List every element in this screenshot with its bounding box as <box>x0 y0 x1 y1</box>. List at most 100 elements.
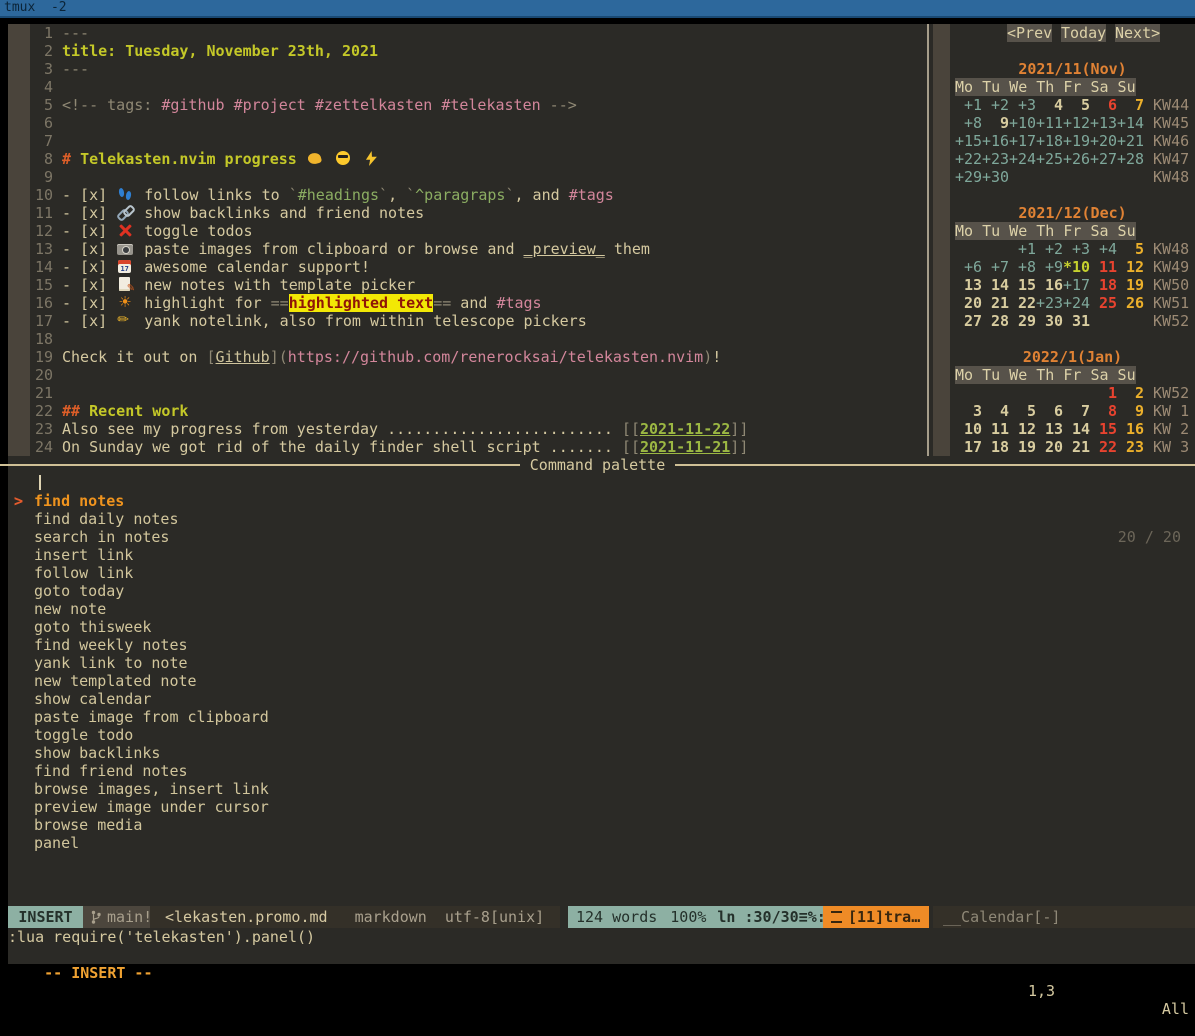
calendar-day[interactable]: 17 <box>955 438 982 456</box>
calendar-day[interactable]: +22 <box>955 150 982 168</box>
calendar-day[interactable]: 7 <box>1117 96 1144 114</box>
calendar-day[interactable]: +30 <box>982 168 1009 186</box>
palette-item[interactable]: toggle todo <box>8 726 1195 744</box>
palette-item[interactable]: find friend notes <box>8 762 1195 780</box>
palette-item[interactable]: insert link <box>8 546 1195 564</box>
palette-item[interactable]: find daily notes <box>8 510 1195 528</box>
palette-item[interactable]: new templated note <box>8 672 1195 690</box>
calendar-day[interactable]: 13 <box>955 276 982 294</box>
calendar-day[interactable]: 9 <box>1117 402 1144 420</box>
command-line[interactable]: :lua require('telekasten').panel() <box>8 928 1195 946</box>
calendar-day[interactable]: +8 <box>1009 258 1036 276</box>
calendar-day[interactable]: +8 <box>955 114 982 132</box>
calendar-day[interactable]: +9 <box>1036 258 1063 276</box>
calendar-day[interactable]: +19 <box>1063 132 1090 150</box>
calendar-day[interactable]: +1 <box>955 96 982 114</box>
calendar-day[interactable]: 27 <box>955 312 982 330</box>
calendar-day[interactable]: 30 <box>1036 312 1063 330</box>
calendar-day[interactable]: +6 <box>955 258 982 276</box>
calendar-day[interactable]: +21 <box>1117 132 1144 150</box>
buffer-line[interactable]: 10- [x] follow links to `#headings`, `^p… <box>30 186 927 204</box>
calendar-day[interactable]: +14 <box>1117 114 1144 132</box>
palette-prompt[interactable]: > 20 / 20 <box>8 474 1195 492</box>
buffer-line[interactable]: 18 <box>30 330 927 348</box>
calendar-day[interactable]: 6 <box>1090 96 1117 114</box>
calendar-day[interactable]: +2 <box>982 96 1009 114</box>
calendar-day[interactable]: 31 <box>1063 312 1090 330</box>
palette-item[interactable]: paste image from clipboard <box>8 708 1195 726</box>
calendar-day[interactable]: 12 <box>1117 258 1144 276</box>
calendar-day[interactable]: 19 <box>1117 276 1144 294</box>
calendar-day[interactable]: 18 <box>1090 276 1117 294</box>
calendar-day[interactable]: +23 <box>982 150 1009 168</box>
buffer-line[interactable]: 22## Recent work <box>30 402 927 420</box>
buffer-line[interactable]: 9 <box>30 168 927 186</box>
palette-item[interactable]: panel <box>8 834 1195 852</box>
calendar-day[interactable]: +16 <box>982 132 1009 150</box>
calendar-day[interactable]: +29 <box>955 168 982 186</box>
buffer-line[interactable]: 3--- <box>30 60 927 78</box>
calendar-day[interactable]: 25 <box>1090 294 1117 312</box>
calendar-day[interactable]: 4 <box>1036 96 1063 114</box>
palette-item[interactable]: find weekly notes <box>8 636 1195 654</box>
buffer-line[interactable]: 23Also see my progress from yesterday ..… <box>30 420 927 438</box>
next-button[interactable]: Next> <box>1115 24 1160 42</box>
calendar-day[interactable]: 14 <box>982 276 1009 294</box>
buffer-line[interactable]: 16- [x] highlight for ==highlighted text… <box>30 294 927 312</box>
calendar-day[interactable]: 22 <box>1090 438 1117 456</box>
calendar-day[interactable]: 9 <box>982 114 1009 132</box>
calendar-day[interactable]: 29 <box>1009 312 1036 330</box>
buffer-line[interactable]: 1--- <box>30 24 927 42</box>
palette-item[interactable]: goto thisweek <box>8 618 1195 636</box>
calendar-day[interactable]: +25 <box>1036 150 1063 168</box>
palette-item[interactable]: show backlinks <box>8 744 1195 762</box>
palette-item[interactable]: follow link <box>8 564 1195 582</box>
calendar-day[interactable]: +27 <box>1090 150 1117 168</box>
palette-item[interactable]: >find notes <box>8 492 1195 510</box>
calendar-day[interactable]: 20 <box>955 294 982 312</box>
palette-item[interactable]: goto today <box>8 582 1195 600</box>
buffer-line[interactable]: 17- [x] yank notelink, also from within … <box>30 312 927 330</box>
calendar-day[interactable]: 28 <box>982 312 1009 330</box>
calendar-day[interactable]: 3 <box>955 402 982 420</box>
calendar-day[interactable]: 8 <box>1090 402 1117 420</box>
calendar-day[interactable]: 19 <box>1009 438 1036 456</box>
prev-button[interactable]: <Prev <box>1007 24 1052 42</box>
today-button[interactable]: Today <box>1061 24 1106 42</box>
buffer-line[interactable]: 8# Telekasten.nvim progress <box>30 150 927 168</box>
buffer-line[interactable]: 13- [x] paste images from clipboard or b… <box>30 240 927 258</box>
calendar-day[interactable]: 26 <box>1117 294 1144 312</box>
calendar-day[interactable]: 11 <box>1090 258 1117 276</box>
buffer-text-area[interactable]: 1---2title: Tuesday, November 23th, 2021… <box>30 24 927 456</box>
calendar-day[interactable]: 15 <box>1090 420 1117 438</box>
palette-item[interactable]: preview image under cursor <box>8 798 1195 816</box>
buffer-line[interactable]: 4 <box>30 78 927 96</box>
calendar-day[interactable]: 6 <box>1036 402 1063 420</box>
calendar-day[interactable]: 16 <box>1117 420 1144 438</box>
calendar-day[interactable]: +24 <box>1009 150 1036 168</box>
calendar-day[interactable]: +13 <box>1090 114 1117 132</box>
buffer-line[interactable]: 21 <box>30 384 927 402</box>
calendar-day[interactable]: +28 <box>1117 150 1144 168</box>
calendar-day[interactable]: +24 <box>1063 294 1090 312</box>
calendar-day[interactable]: 1 <box>1090 384 1117 402</box>
calendar-day[interactable]: +15 <box>955 132 982 150</box>
palette-item[interactable]: new note <box>8 600 1195 618</box>
calendar-day[interactable]: +7 <box>982 258 1009 276</box>
calendar-day[interactable]: 4 <box>982 402 1009 420</box>
calendar-day[interactable]: +20 <box>1090 132 1117 150</box>
buffer-line[interactable]: 6 <box>30 114 927 132</box>
calendar-day[interactable]: +2 <box>1036 240 1063 258</box>
calendar-day[interactable]: 14 <box>1063 420 1090 438</box>
buffer-line[interactable]: 24On Sunday we got rid of the daily find… <box>30 438 927 456</box>
calendar-day[interactable]: +17 <box>1063 276 1090 294</box>
calendar-day[interactable]: +18 <box>1036 132 1063 150</box>
buffer-line[interactable]: 19Check it out on [Github](https://githu… <box>30 348 927 366</box>
calendar-day[interactable]: +26 <box>1063 150 1090 168</box>
calendar-day[interactable]: 7 <box>1063 402 1090 420</box>
palette-item[interactable]: browse images, insert link <box>8 780 1195 798</box>
calendar-day[interactable]: 23 <box>1117 438 1144 456</box>
buffer-line[interactable]: 12- [x] toggle todos <box>30 222 927 240</box>
calendar-day[interactable]: 10 <box>955 420 982 438</box>
calendar-day[interactable]: 12 <box>1009 420 1036 438</box>
